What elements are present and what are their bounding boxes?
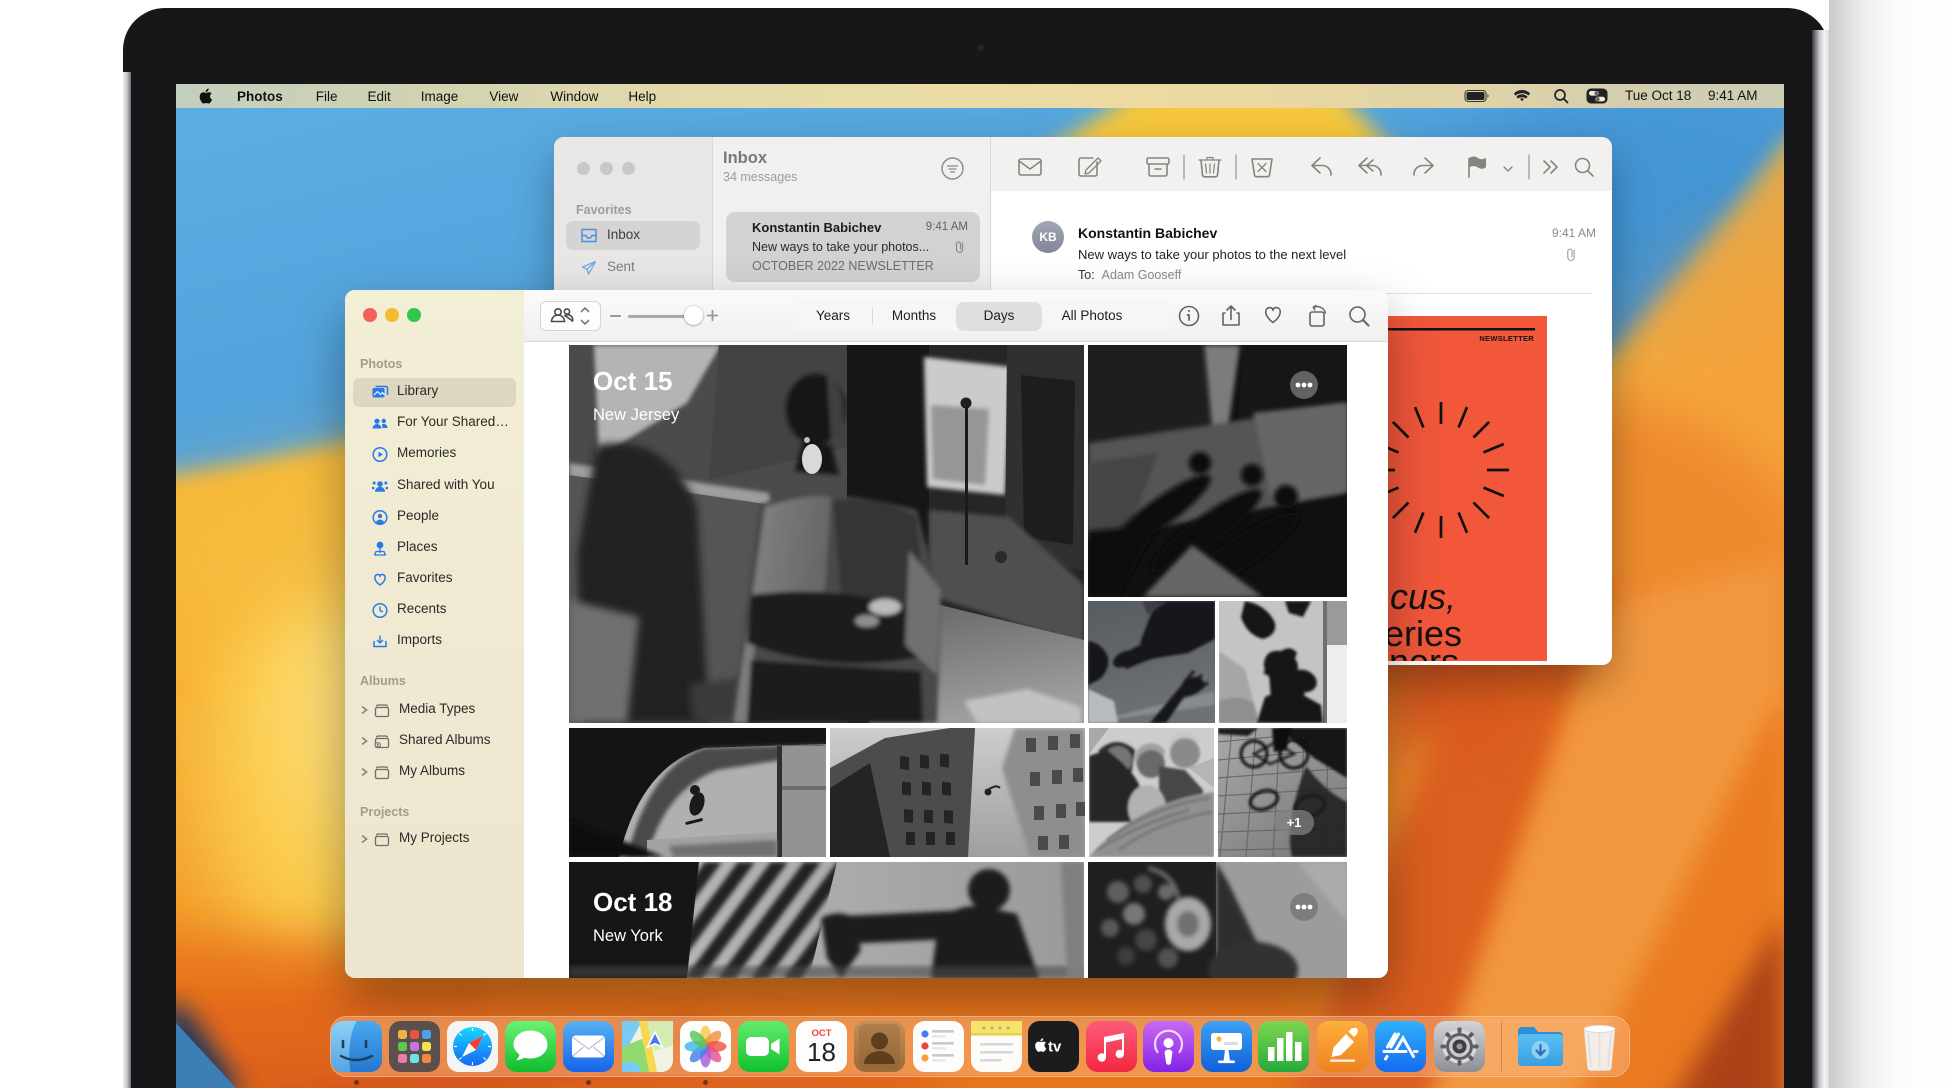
svg-text:tv: tv xyxy=(1048,1039,1062,1056)
svg-text:NEWSLETTER: NEWSLETTER xyxy=(1479,334,1534,343)
svg-text:cus,: cus, xyxy=(1390,576,1456,617)
svg-text:18: 18 xyxy=(807,1037,836,1067)
svg-text:ners: ners xyxy=(1389,641,1459,661)
